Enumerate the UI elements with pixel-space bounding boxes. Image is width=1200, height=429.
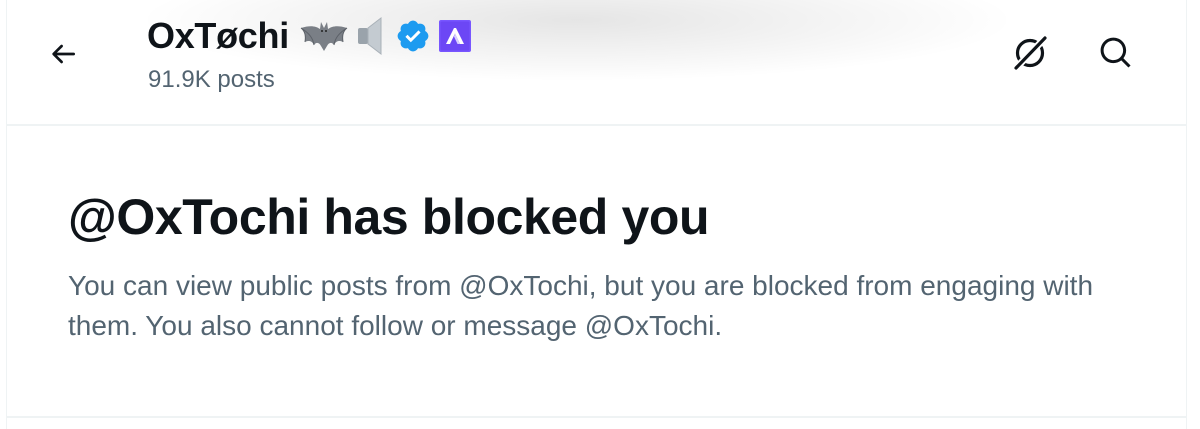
grok-button[interactable] [1003,26,1057,80]
display-name: OxTøchi [147,15,289,56]
verified-badge[interactable] [395,18,431,54]
back-button[interactable] [37,28,89,80]
blocked-message: You can view public posts from @OxTochi,… [68,270,1094,341]
grok-icon [1012,34,1049,72]
profile-title-row: OxTøchi [147,12,479,60]
arrow-left-icon [52,44,75,64]
affiliate-badge[interactable] [438,20,471,52]
speaker-emoji [357,16,387,56]
bat-emoji [299,18,349,54]
posts-count: 91.9K posts [148,66,275,93]
search-icon [1100,37,1131,68]
column-border-right [1186,0,1187,429]
search-button[interactable] [1089,26,1143,80]
profile-page: OxTøchi 91.9K posts @OxTochi has blocked… [0,0,1200,429]
blocked-title: @OxTochi has blocked you [68,189,710,245]
section-divider [7,416,1186,418]
